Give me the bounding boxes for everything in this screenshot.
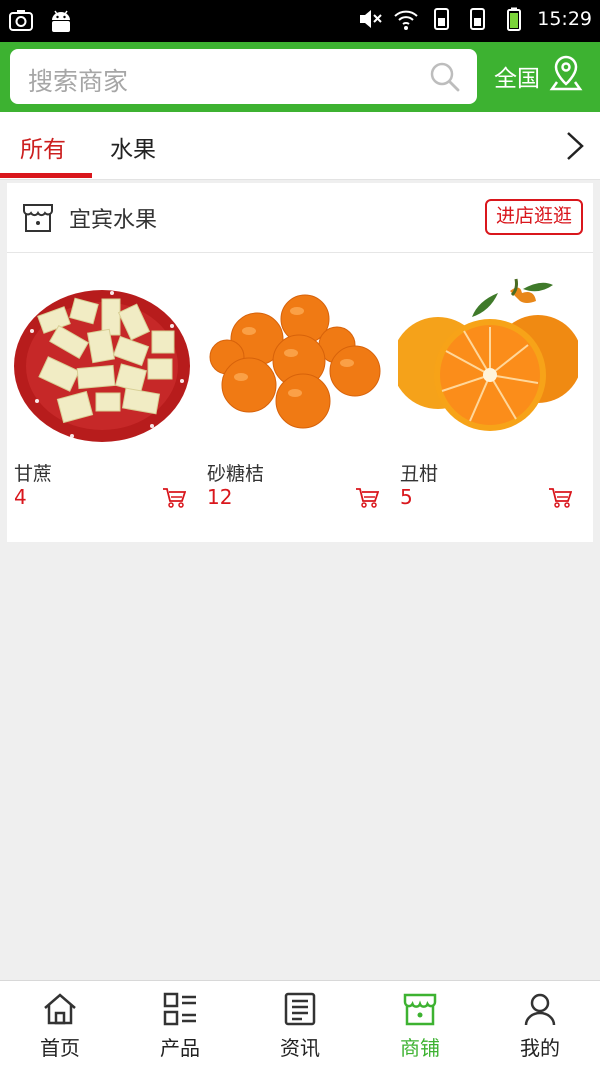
storefront-icon xyxy=(23,204,53,232)
nav-products-label: 产品 xyxy=(160,1036,200,1060)
nav-news-label: 资讯 xyxy=(280,1036,320,1060)
product-item[interactable]: 丑柑 5 xyxy=(393,263,579,523)
sim1-signal-icon xyxy=(434,8,450,30)
android-icon xyxy=(52,10,70,32)
nav-profile[interactable]: 我的 xyxy=(480,981,600,1067)
status-bar-right: 15:29 xyxy=(357,6,592,32)
nav-home[interactable]: 首页 xyxy=(0,981,120,1067)
mute-icon xyxy=(360,10,382,28)
category-tabs: 所有 水果 xyxy=(0,112,600,180)
product-name: 砂糖桔 xyxy=(207,463,265,485)
shop-icon xyxy=(403,993,437,1026)
header: 搜索商家 全国 xyxy=(0,42,600,112)
region-selector[interactable]: 全国 xyxy=(494,59,540,93)
sim2-signal-icon xyxy=(470,8,486,30)
status-bar-left xyxy=(8,8,74,34)
nav-products[interactable]: 产品 xyxy=(120,981,240,1067)
product-price: 12 xyxy=(207,485,233,509)
nav-news[interactable]: 资讯 xyxy=(240,981,360,1067)
home-icon xyxy=(44,993,76,1025)
mandarin-image xyxy=(205,271,385,451)
tab-fruit[interactable]: 水果 xyxy=(110,130,156,164)
nav-home-label: 首页 xyxy=(40,1036,80,1060)
search-input[interactable]: 搜索商家 xyxy=(10,49,477,104)
status-bar: 15:29 xyxy=(0,0,600,42)
search-icon[interactable] xyxy=(429,61,461,93)
active-tab-indicator xyxy=(0,173,92,178)
location-pin-icon[interactable] xyxy=(549,54,583,92)
user-icon xyxy=(524,993,556,1026)
shop-header: 宜宾水果 进店逛逛 xyxy=(7,183,593,253)
add-to-cart-icon[interactable] xyxy=(162,487,186,509)
search-placeholder: 搜索商家 xyxy=(28,67,129,96)
list-icon xyxy=(163,992,196,1026)
shop-card[interactable]: 宜宾水果 进店逛逛 甘蔗 4 砂糖桔 12 丑柑 5 xyxy=(7,183,593,542)
tab-all[interactable]: 所有 xyxy=(20,130,66,164)
product-list: 甘蔗 4 砂糖桔 12 丑柑 5 xyxy=(7,263,593,523)
sugarcane-image xyxy=(12,271,192,451)
visit-shop-button[interactable]: 进店逛逛 xyxy=(485,199,583,235)
battery-icon xyxy=(507,7,522,31)
news-icon xyxy=(284,992,316,1026)
nav-shops-label: 商铺 xyxy=(400,1036,440,1060)
ugly-tangerine-image xyxy=(398,271,578,451)
bottom-nav: 首页 产品 资讯 商铺 我的 xyxy=(0,980,600,1067)
add-to-cart-icon[interactable] xyxy=(548,487,572,509)
chevron-right-icon[interactable] xyxy=(564,130,586,162)
nav-profile-label: 我的 xyxy=(520,1036,560,1060)
screenshot-icon xyxy=(9,10,33,31)
product-item[interactable]: 砂糖桔 12 xyxy=(200,263,386,523)
shop-name: 宜宾水果 xyxy=(69,208,158,233)
wifi-icon xyxy=(394,10,418,30)
nav-shops[interactable]: 商铺 xyxy=(360,981,480,1067)
add-to-cart-icon[interactable] xyxy=(355,487,379,509)
product-price: 4 xyxy=(14,485,27,509)
product-name: 丑柑 xyxy=(400,463,439,485)
product-item[interactable]: 甘蔗 4 xyxy=(7,263,193,523)
product-name: 甘蔗 xyxy=(14,463,53,485)
product-price: 5 xyxy=(400,485,413,509)
clock: 15:29 xyxy=(537,8,592,30)
